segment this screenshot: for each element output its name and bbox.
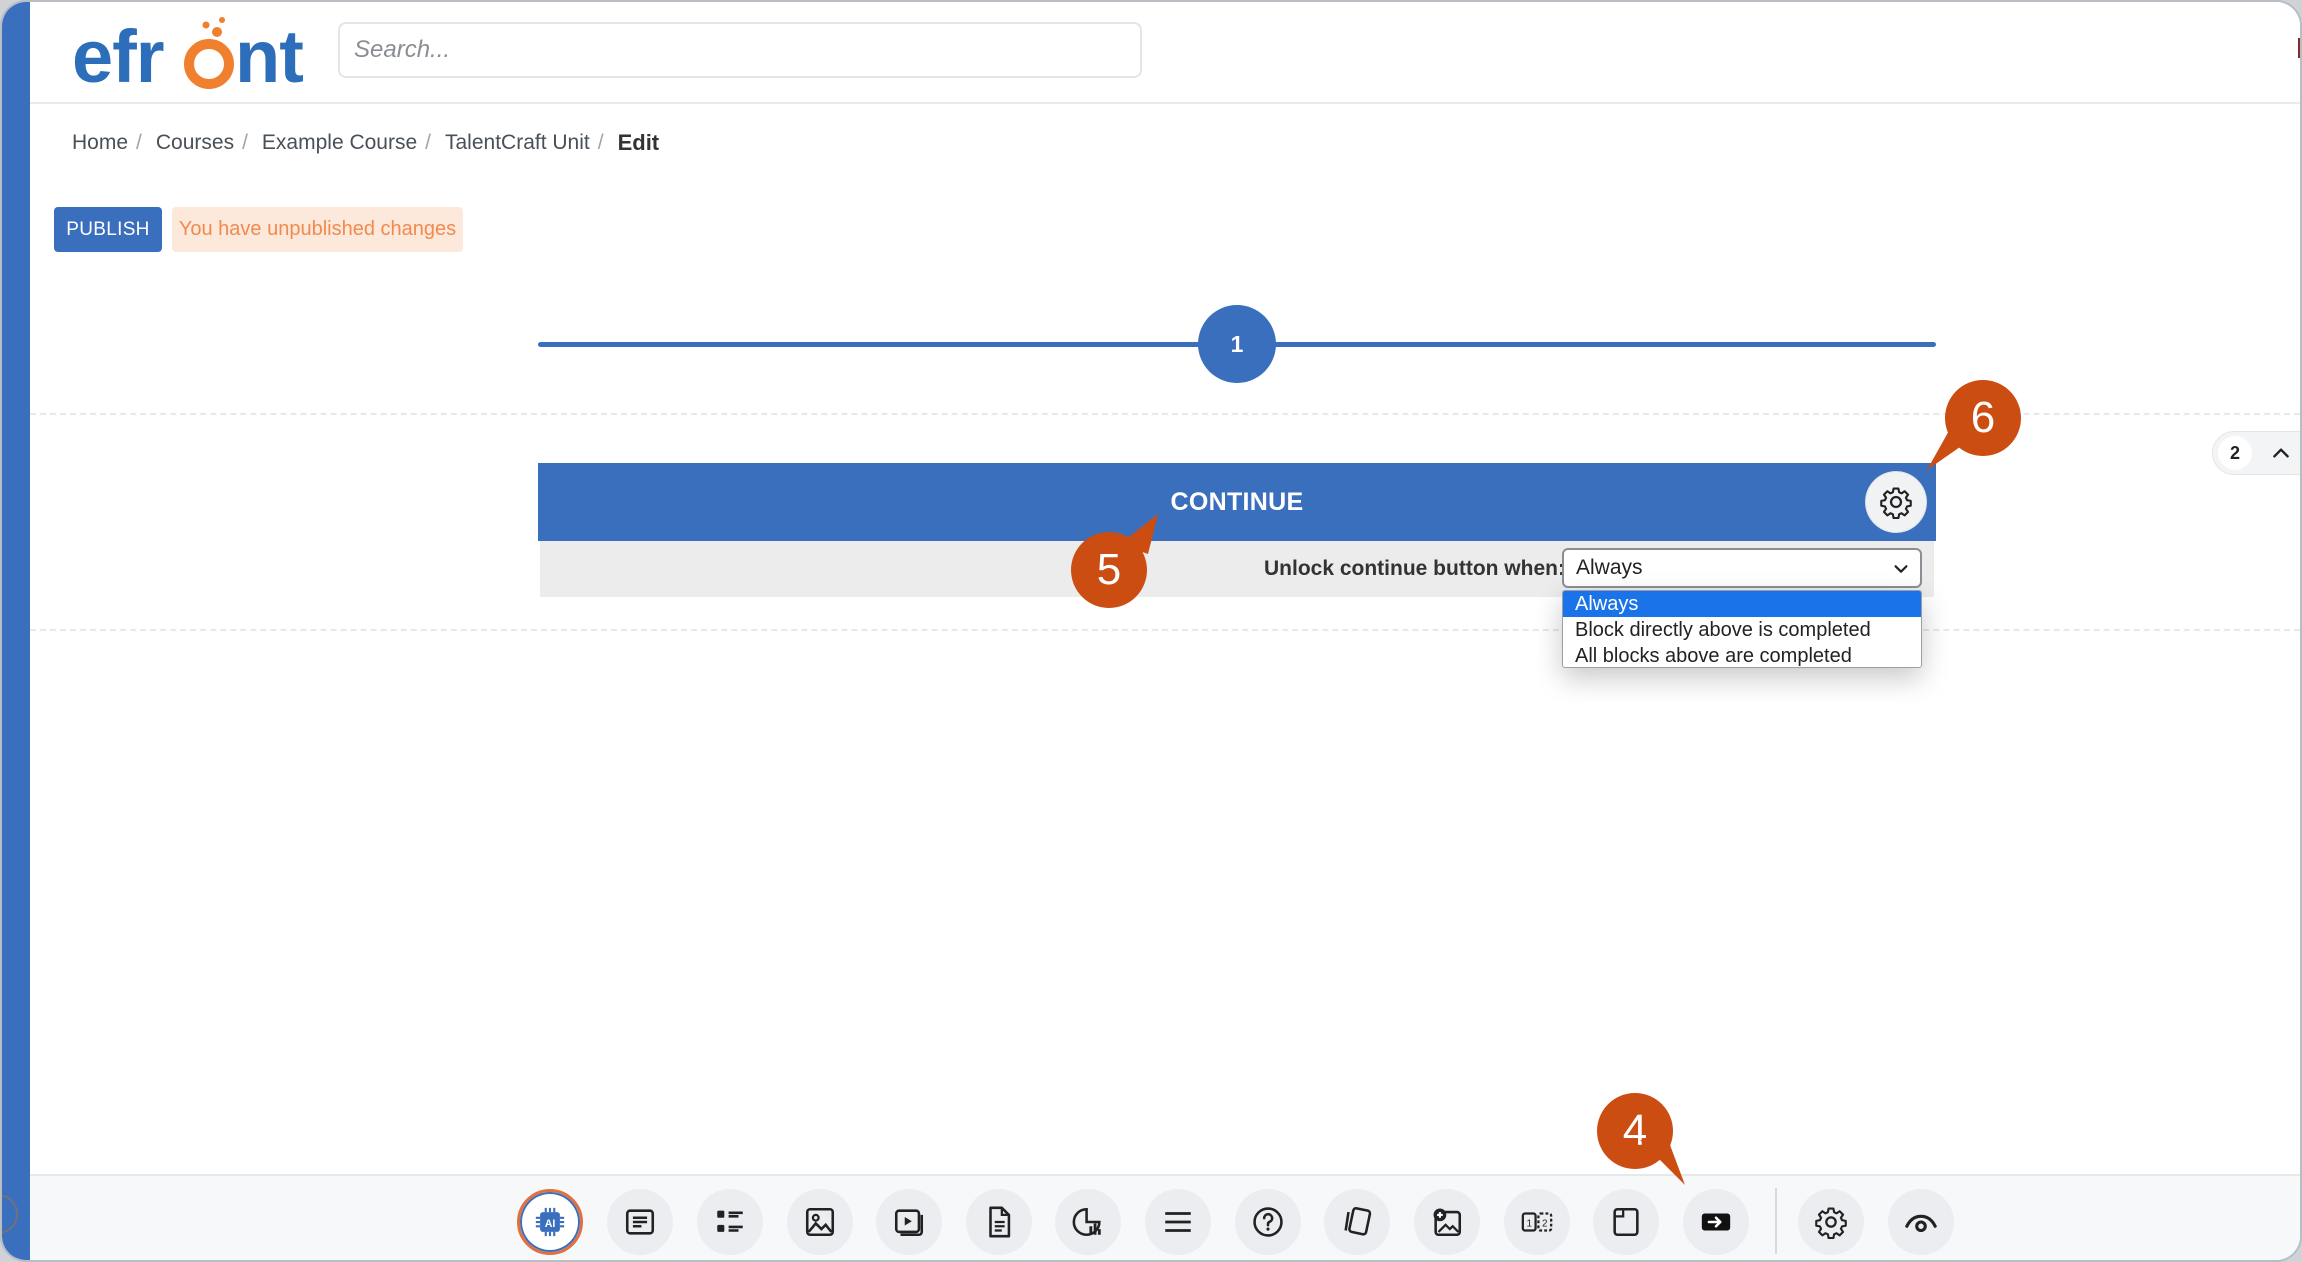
svg-text:efr: efr (72, 15, 164, 98)
document-icon (989, 1206, 1011, 1238)
svg-text:AI: AI (545, 1218, 556, 1230)
toolbar-separator (1775, 1188, 1777, 1254)
breadcrumb-separator: / (136, 131, 142, 154)
chart-block-button[interactable] (1055, 1189, 1121, 1255)
svg-text:1: 1 (1526, 1218, 1532, 1229)
svg-text:nt: nt (235, 15, 303, 98)
unlock-options-list: Always Block directly above is completed… (1562, 590, 1922, 668)
publish-button[interactable]: PUBLISH (54, 207, 162, 252)
list-block-button[interactable] (697, 1189, 763, 1255)
unlock-condition-select[interactable]: Always (1562, 548, 1922, 588)
page-number[interactable]: 2 (2218, 436, 2252, 470)
question-icon (1253, 1207, 1283, 1237)
unpublished-changes-badge: You have unpublished changes (172, 207, 463, 252)
continue-button-block[interactable]: CONTINUE (538, 463, 1936, 541)
unlock-selected-value: Always (1576, 556, 1643, 579)
callout-4-tail (1640, 1140, 1685, 1185)
chart-icon (1072, 1207, 1101, 1237)
breadcrumb-separator: / (597, 131, 604, 154)
chevron-down-icon (1894, 565, 1908, 573)
breadcrumb-current: Edit (617, 130, 660, 155)
callout-5-tail (1120, 514, 1158, 554)
text-icon (625, 1209, 655, 1235)
unit-settings-button[interactable] (1798, 1189, 1864, 1255)
video-icon (894, 1209, 924, 1237)
comparison-block-button[interactable]: 1 2 (1504, 1189, 1570, 1255)
text-block-button[interactable] (607, 1189, 673, 1255)
svg-text:2: 2 (1542, 1218, 1548, 1229)
continue-icon (1701, 1213, 1731, 1231)
header-edge-marker (2298, 38, 2300, 58)
flashcards-icon (1344, 1206, 1372, 1236)
image-hotspot-block-button[interactable] (1414, 1189, 1480, 1255)
breadcrumb-separator: / (242, 131, 248, 154)
list-icon (717, 1210, 743, 1232)
breadcrumb: Home / Courses / Example Course / Talent… (72, 128, 659, 158)
step-indicator[interactable]: 1 (1198, 305, 1276, 383)
preview-icon (1905, 1214, 1937, 1233)
efront-logo-mark: efr nt (72, 15, 304, 98)
document-block-button[interactable] (966, 1189, 1032, 1255)
block-settings-button[interactable] (1866, 472, 1926, 532)
top-header: efr nt (30, 2, 2300, 104)
divider-icon (1165, 1212, 1191, 1232)
preview-button[interactable] (1888, 1189, 1954, 1255)
breadcrumb-courses[interactable]: Courses (156, 131, 234, 155)
continue-block-button[interactable] (1683, 1189, 1749, 1255)
image-hotspot-icon (1433, 1208, 1462, 1237)
chevron-up-icon[interactable] (2270, 442, 2292, 464)
continue-label: CONTINUE (1170, 487, 1304, 516)
image-icon (805, 1207, 835, 1237)
option-always[interactable]: Always (1563, 591, 1921, 617)
unlock-label: Unlock continue button when: (1264, 557, 1565, 580)
gear-icon (1880, 487, 1912, 519)
left-accent-bar (2, 2, 30, 1260)
comparison-icon: 1 2 (1521, 1212, 1553, 1232)
ai-icon: AI (535, 1207, 565, 1237)
divider-block-button[interactable] (1145, 1189, 1211, 1255)
app-window: efr nt Home / Courses / Example Course /… (0, 0, 2302, 1262)
breadcrumb-separator: / (425, 131, 431, 154)
efront-logo[interactable]: efr nt (72, 12, 342, 98)
settings-icon (1815, 1207, 1847, 1239)
breadcrumb-example-course[interactable]: Example Course (262, 131, 417, 155)
block-divider-bottom (30, 629, 2300, 631)
image-block-button[interactable] (787, 1189, 853, 1255)
breadcrumb-home[interactable]: Home (72, 131, 128, 155)
flashcards-block-button[interactable] (1324, 1189, 1390, 1255)
question-block-button[interactable] (1235, 1189, 1301, 1255)
callout-6-tail (1927, 420, 1970, 470)
embed-icon (1613, 1207, 1639, 1237)
option-all-blocks-above[interactable]: All blocks above are completed (1563, 643, 1921, 667)
ai-tool-button[interactable]: AI (517, 1189, 583, 1255)
search-input[interactable] (338, 22, 1142, 78)
option-block-above[interactable]: Block directly above is completed (1563, 617, 1921, 643)
breadcrumb-unit[interactable]: TalentCraft Unit (445, 131, 590, 155)
video-block-button[interactable] (876, 1189, 942, 1255)
